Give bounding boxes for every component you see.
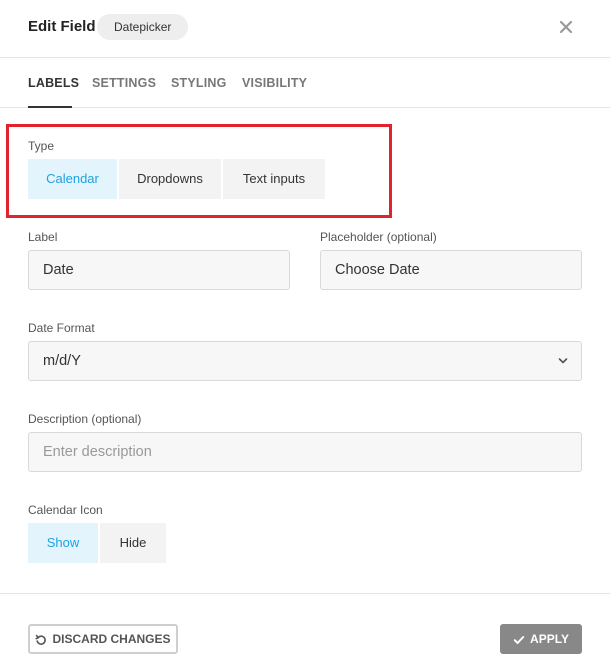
placeholder-input[interactable]: Choose Date [320,250,582,290]
discard-changes-button[interactable]: DISCARD CHANGES [28,624,178,654]
calendar-icon-label: Calendar Icon [28,503,103,517]
type-option-dropdowns[interactable]: Dropdowns [119,159,221,199]
checkmark-icon [513,635,525,644]
description-label: Description (optional) [28,412,142,426]
date-format-label: Date Format [28,321,95,335]
placeholder-field-label: Placeholder (optional) [320,230,437,244]
apply-label: APPLY [530,632,569,646]
calendar-icon-option-hide[interactable]: Hide [100,523,166,563]
dialog-header: Edit Field Datepicker [0,0,610,58]
type-option-calendar[interactable]: Calendar [28,159,117,199]
tab-styling[interactable]: STYLING [171,76,227,90]
active-tab-indicator [28,106,72,108]
tab-bar: LABELS SETTINGS STYLING VISIBILITY [0,58,610,108]
footer-divider [0,593,610,594]
date-format-value: m/d/Y [43,353,81,369]
tab-visibility[interactable]: VISIBILITY [242,76,307,90]
chevron-down-icon [558,358,568,364]
calendar-icon-option-show[interactable]: Show [28,523,98,563]
tab-settings[interactable]: SETTINGS [92,76,156,90]
label-field-label: Label [28,230,58,244]
type-option-text-inputs[interactable]: Text inputs [223,159,325,199]
type-label: Type [28,139,55,153]
close-icon[interactable] [556,17,576,37]
date-format-select[interactable]: m/d/Y [28,341,582,381]
label-input[interactable]: Date [28,250,290,290]
tab-labels[interactable]: LABELS [28,76,79,90]
description-input[interactable]: Enter description [28,432,582,472]
field-type-badge: Datepicker [97,14,189,40]
discard-changes-label: DISCARD CHANGES [52,632,171,646]
dialog-title: Edit Field [28,18,96,35]
undo-icon [35,634,47,645]
apply-button[interactable]: APPLY [500,624,582,654]
